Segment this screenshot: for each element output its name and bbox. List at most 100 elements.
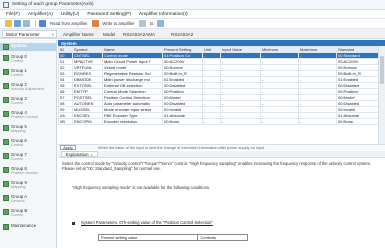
sidebar-item-sub: Control	[11, 157, 24, 161]
table-cell: 0B	[58, 118, 73, 125]
apply-note-text: When the value of the input is sent the …	[98, 145, 265, 150]
write-to-amplifier-button[interactable]: Write to amplifier	[103, 21, 135, 26]
save-icon[interactable]	[14, 20, 21, 27]
scrollbar-thumb[interactable]	[380, 56, 384, 84]
model-value-short: RS2A03A2	[171, 31, 194, 37]
apply-note-bar: Apply When the value of the input is sen…	[58, 144, 385, 150]
group-icon	[3, 97, 9, 103]
table-cell: -	[202, 118, 221, 125]
group-icon	[3, 111, 9, 117]
table-cell: Encoder resolution	[102, 118, 163, 125]
menu-utility[interactable]: Utility(U)	[61, 12, 79, 17]
sidebar-item-group-0[interactable]: Group 0 Control	[0, 54, 56, 64]
group-icon	[3, 209, 9, 215]
sidebar-item-sub: General	[11, 199, 25, 203]
write-icon[interactable]	[91, 20, 99, 27]
sidebar-item-sub: Control	[11, 73, 24, 77]
toolbar-extra[interactable]: to	[150, 21, 154, 26]
sidebar-item-group-9[interactable]: Group 9 Mapping	[0, 180, 56, 190]
amplifier-name-label: Amplifier Name	[63, 31, 94, 37]
sidebar-item-label: System	[11, 43, 27, 48]
sidebar-item-sub: Position Monitor	[11, 171, 39, 175]
sidebar-item-sub: Velocity Adjustment	[11, 87, 44, 91]
tab-motor-parameter[interactable]: Motor Parameter ×	[2, 30, 57, 38]
group-icon	[3, 125, 9, 131]
sidebar-item-sub: Control	[11, 143, 24, 147]
print-icon[interactable]	[23, 20, 30, 27]
explanation-tab-row: Explanation ×	[58, 151, 385, 158]
close-icon[interactable]: ×	[90, 152, 92, 157]
sidebar-item-group-6[interactable]: Group 6 Control	[0, 138, 56, 148]
menu-password-setting[interactable]: Password Setting(P)	[87, 12, 131, 17]
menu-bar: File(F) Amplifier(A) Utility(U) Password…	[0, 10, 385, 19]
group-icon	[3, 153, 9, 159]
table-cell: ENCOPM	[72, 118, 103, 125]
tab-label: Explanation	[66, 151, 89, 157]
explanation-table-header: Present setting value Contents	[97, 234, 248, 241]
group-icon	[3, 195, 9, 201]
sidebar-item-sub: Mapping	[11, 185, 26, 189]
sidebar-item-group-1[interactable]: Group 1 Control	[0, 68, 56, 78]
parameter-tab-row: Motor Parameter × Amplifier Name Model R…	[0, 29, 385, 39]
sidebar-item-group-4[interactable]: Group 4 Position Control	[0, 110, 56, 120]
group-icon	[3, 181, 9, 187]
close-icon[interactable]: ×	[51, 32, 54, 37]
open-icon[interactable]	[5, 20, 12, 27]
compare-icon[interactable]	[138, 20, 146, 27]
explanation-bullet-text[interactable]: System Parameters, 07h-setting value of …	[81, 220, 213, 225]
sidebar-item-sub: Control	[11, 213, 24, 217]
group-icon	[3, 167, 9, 173]
sidebar-item-group-b[interactable]: Group B Control	[0, 208, 56, 218]
explanation-panel: Select the control mode by "Velocity con…	[58, 158, 385, 248]
sidebar-item-system[interactable]: System	[0, 43, 56, 51]
table-cell: 00:None	[336, 118, 379, 125]
read-icon[interactable]	[39, 20, 46, 27]
group-icon	[3, 224, 9, 230]
explanation-bullet: System Parameters, 07h-setting value of …	[72, 220, 213, 225]
sidebar-item-sub: Position Control	[11, 115, 38, 119]
group-icon	[3, 139, 9, 145]
sidebar-item-group-2[interactable]: Group 2 Velocity Adjustment	[0, 82, 56, 92]
explanation-condition: "High frequency sampling mode" is not av…	[72, 185, 211, 190]
model-value: RS2A03A2AMA	[123, 31, 156, 37]
table-scrollbar[interactable]	[378, 46, 385, 144]
sidebar-item-sub: Control	[11, 101, 24, 105]
sidebar-item-group-7[interactable]: Group 7 Control	[0, 152, 56, 162]
sidebar: System Group 0 Control Group 1 Control Gro…	[0, 40, 57, 248]
group-icon	[3, 83, 9, 89]
sidebar-item-maintenance[interactable]: Maintenance	[0, 223, 56, 230]
table-cell-input[interactable]: -	[220, 118, 261, 125]
sidebar-item-label: Maintenance	[11, 223, 37, 228]
apply-button[interactable]: Apply	[60, 145, 76, 150]
table-cell: -	[260, 118, 299, 125]
model-label: Model	[103, 31, 116, 37]
table-row[interactable]: 0B ENCOPM Encoder resolution 00:None - - - -00:…	[58, 118, 379, 125]
group-icon	[3, 44, 9, 50]
parameter-table: ID Symbol Name Present Setting Unit Inpu…	[58, 46, 379, 125]
sidebar-item-group-a[interactable]: Group A General	[0, 194, 56, 204]
sidebar-item-group-8[interactable]: Group 8 Position Monitor	[0, 166, 56, 176]
sidebar-item-group-3[interactable]: Group 3 Control	[0, 96, 56, 106]
menu-amplifier[interactable]: Amplifier(A)	[28, 12, 53, 17]
explanation-table: Present setting value Contents	[97, 234, 248, 241]
read-from-amplifier-button[interactable]: Read from amplifier	[50, 21, 88, 26]
toolbar: Read from amplifier Write to amplifier t…	[0, 19, 385, 29]
toolbar-separator	[35, 20, 36, 27]
menu-file[interactable]: File(F)	[6, 12, 20, 17]
tab-label: Motor Parameter	[6, 31, 40, 37]
tab-explanation[interactable]: Explanation ×	[61, 151, 98, 157]
export-icon[interactable]	[157, 20, 165, 27]
explanation-column-header: Present setting value	[97, 234, 199, 241]
main-panel: System ID Symbol Name Present Setting Un…	[58, 40, 385, 248]
window-titlebar: Setting of each group Parameter(Axis)	[0, 0, 385, 10]
app-icon	[3, 1, 9, 8]
group-icon	[3, 55, 9, 61]
sidebar-item-group-5[interactable]: Group 5 Mapping	[0, 124, 56, 134]
table-cell: 00:None	[162, 118, 203, 125]
window-title: Setting of each group Parameter(Axis)	[12, 2, 94, 7]
sidebar-item-sub: Control	[11, 59, 24, 63]
explanation-text: Select the control mode by "Velocity con…	[62, 161, 372, 171]
bullet-icon	[72, 222, 75, 225]
menu-amplifier-information[interactable]: Amplifier Information(I)	[139, 12, 188, 17]
group-icon	[3, 69, 9, 75]
